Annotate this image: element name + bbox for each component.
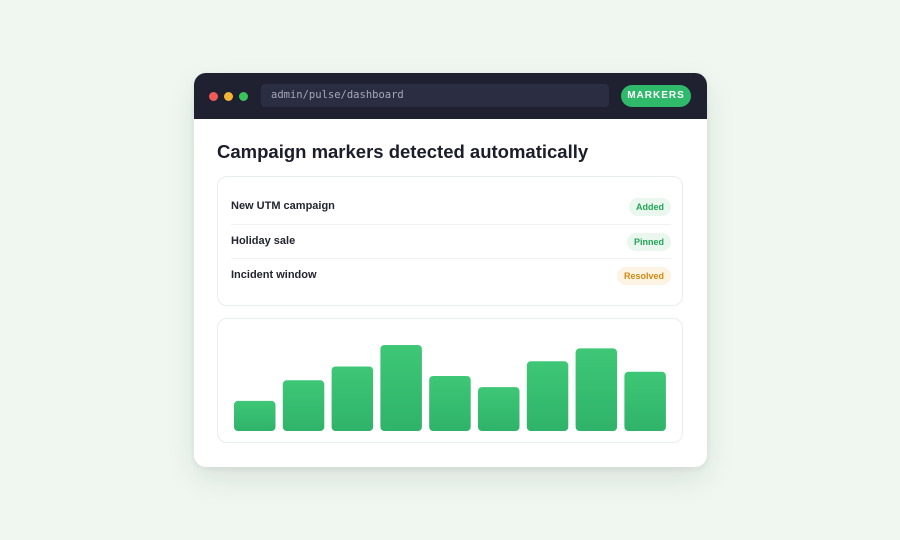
marker-label: New UTM campaign	[231, 200, 335, 212]
chart-bar	[331, 366, 374, 431]
chart-bar	[478, 387, 520, 431]
chart-bar	[282, 380, 325, 431]
marker-row[interactable]: Holiday sale Pinned	[231, 224, 671, 258]
minimize-window-dot[interactable]	[224, 92, 233, 101]
bar-chart-card	[217, 318, 683, 443]
chart-bar	[234, 400, 276, 431]
marker-row[interactable]: Incident window Resolved	[231, 258, 671, 292]
status-badge: Pinned	[626, 233, 671, 251]
chart-bar	[380, 345, 422, 431]
marker-label: Holiday sale	[231, 235, 296, 247]
app-window: admin/pulse/dashboard MARKERS Campaign m…	[194, 73, 707, 467]
maximize-window-dot[interactable]	[239, 92, 248, 101]
chart-bar	[624, 371, 666, 431]
chart-bar	[575, 348, 618, 431]
chart-bar	[429, 376, 471, 431]
status-badge: Resolved	[616, 267, 671, 285]
chart-bar	[526, 361, 569, 431]
marker-row[interactable]: New UTM campaign Added	[231, 190, 671, 224]
markers-button[interactable]: MARKERS	[621, 85, 691, 107]
markers-list: New UTM campaign Added Holiday sale Pinn…	[217, 176, 683, 306]
page-title: Campaign markers detected automatically	[217, 141, 589, 162]
status-badge: Added	[629, 198, 671, 216]
url-bar[interactable]: admin/pulse/dashboard	[261, 84, 609, 107]
bar-chart	[234, 345, 666, 431]
marker-label: Incident window	[231, 269, 317, 281]
close-window-dot[interactable]	[209, 92, 218, 101]
title-bar: admin/pulse/dashboard MARKERS	[194, 73, 707, 119]
